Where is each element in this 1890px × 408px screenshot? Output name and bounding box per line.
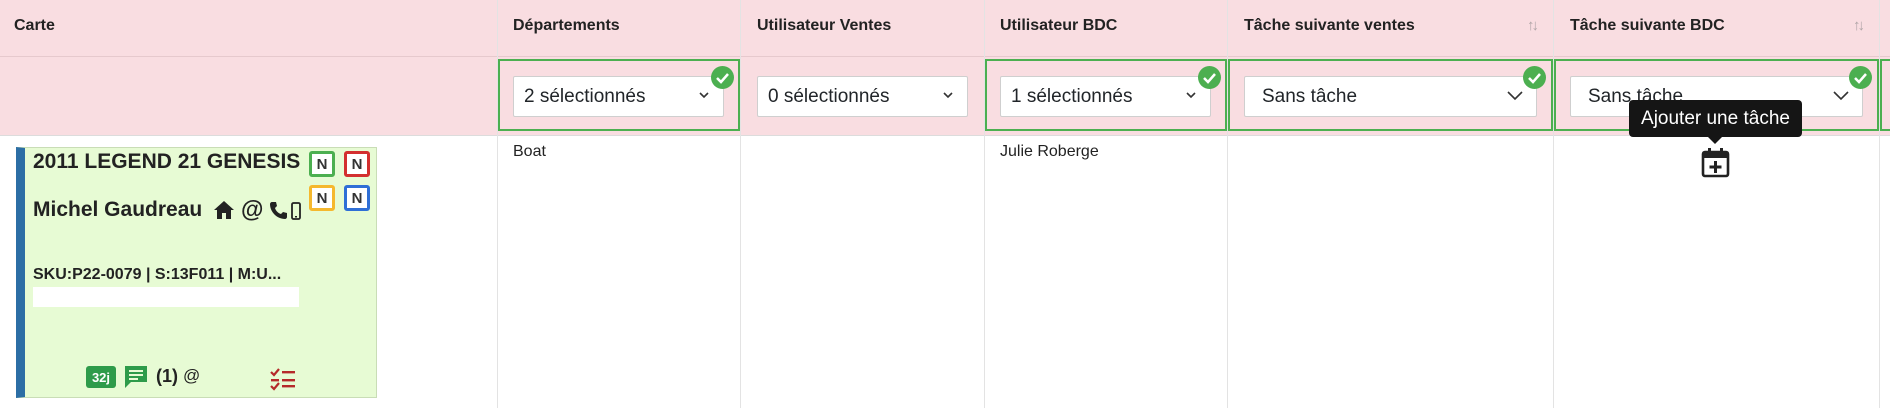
comment-count: (1) <box>156 366 178 386</box>
mobile-icon[interactable] <box>291 202 301 220</box>
cell-departement: Boat <box>513 143 546 160</box>
sort-icon[interactable]: ↑↓ <box>1527 17 1539 34</box>
column-header-carte[interactable]: Carte <box>14 17 55 35</box>
column-header-tache-ventes[interactable]: Tâche suivante ventes <box>1244 17 1415 35</box>
tache-ventes-select-value: Sans tâche <box>1262 85 1358 107</box>
departements-select[interactable]: 2 sélectionnés <box>513 76 724 117</box>
utilisateur-bdc-select[interactable]: 1 sélectionnés <box>1000 76 1211 117</box>
utilisateur-ventes-select-value: 0 sélectionnés <box>768 85 890 107</box>
column-divider <box>740 0 741 408</box>
check-icon <box>1523 66 1546 89</box>
column-header-departements[interactable]: Départements <box>513 17 620 35</box>
tooltip: Ajouter une tâche <box>1629 100 1802 137</box>
column-header-utilisateur-ventes[interactable]: Utilisateur Ventes <box>757 17 891 35</box>
home-icon[interactable] <box>212 199 236 221</box>
chevron-down-icon <box>1186 92 1196 99</box>
card-blank-field <box>33 287 299 307</box>
calendar-yellow-icon[interactable]: N <box>309 185 335 211</box>
column-header-utilisateur-bdc[interactable]: Utilisateur BDC <box>1000 17 1117 35</box>
phone-icon[interactable] <box>268 200 288 220</box>
card-sku-line: SKU:P22-0079 | S:13F011 | M:U... <box>33 266 282 283</box>
chevron-down-icon <box>1507 91 1523 101</box>
column-header-tache-bdc[interactable]: Tâche suivante BDC <box>1570 17 1725 35</box>
sort-icon[interactable]: ↑↓ <box>1853 17 1865 34</box>
calendar-blue-icon[interactable]: N <box>344 185 370 211</box>
cell-utilisateur-bdc: Julie Roberge <box>1000 143 1099 160</box>
check-icon <box>711 66 734 89</box>
chevron-down-icon <box>699 92 709 99</box>
card-client-name[interactable]: Michel Gaudreau <box>33 198 202 222</box>
days-badge: 32j <box>86 366 116 388</box>
utilisateur-ventes-select[interactable]: 0 sélectionnés <box>757 76 968 117</box>
departements-select-value: 2 sélectionnés <box>524 85 646 107</box>
utilisateur-bdc-select-value: 1 sélectionnés <box>1011 85 1133 107</box>
chevron-down-icon <box>943 92 953 99</box>
tooltip-text: Ajouter une tâche <box>1641 107 1790 129</box>
tooltip-arrow <box>1708 137 1722 144</box>
check-icon <box>1849 66 1872 89</box>
add-task-calendar-icon[interactable] <box>1701 147 1730 178</box>
email-icon[interactable]: @ <box>241 196 263 223</box>
comment-icon[interactable] <box>122 363 150 391</box>
tache-ventes-select[interactable]: Sans tâche <box>1244 76 1537 117</box>
checklist-icon[interactable] <box>269 367 297 391</box>
calendar-green-icon[interactable]: N <box>309 151 335 177</box>
mention-icon[interactable]: @ <box>183 366 200 386</box>
chevron-down-icon <box>1833 91 1849 101</box>
calendar-red-icon[interactable]: N <box>344 151 370 177</box>
card-title[interactable]: 2011 LEGEND 21 GENESIS <box>33 150 300 174</box>
check-icon <box>1198 66 1221 89</box>
filter-cell-partial <box>1880 59 1890 131</box>
